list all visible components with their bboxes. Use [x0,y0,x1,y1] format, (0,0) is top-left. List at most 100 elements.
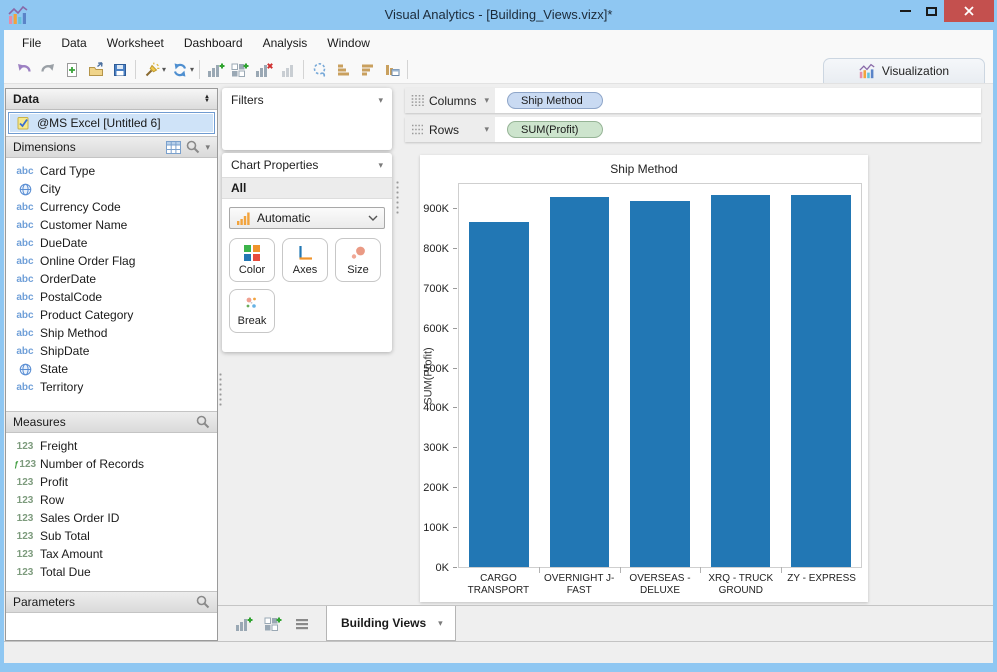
refresh-icon[interactable] [169,59,190,80]
tab-visualization[interactable]: Visualization [823,58,985,83]
sheet-tab-dropdown-icon[interactable]: ▾ [438,618,443,629]
delete-worksheet-icon[interactable] [253,59,274,80]
search-icon[interactable] [196,415,210,429]
sort-ascending-icon[interactable] [333,59,354,80]
field-label: Ship Method [40,326,107,340]
dimension-duedate[interactable]: abcDueDate [6,234,217,252]
menu-item-dashboard[interactable]: Dashboard [174,30,253,56]
pill-ship-method[interactable]: Ship Method [507,92,603,109]
measure-sub-total[interactable]: 123Sub Total [6,527,217,545]
shelf-splitter[interactable] [395,180,400,214]
menu-item-data[interactable]: Data [51,30,96,56]
sort-spinner-icon[interactable]: ▲▼ [204,95,210,103]
panel-splitter[interactable] [218,372,223,406]
color-button[interactable]: Color [229,238,275,282]
menu-item-analysis[interactable]: Analysis [253,30,318,56]
data-source-checked-icon [17,116,30,130]
dimensions-title: Dimensions [13,140,76,154]
worksheet-gray-icon[interactable] [277,59,298,80]
add-worksheet-icon[interactable] [234,614,254,634]
measure-tax-amount[interactable]: 123Tax Amount [6,545,217,563]
search-icon[interactable] [196,595,210,609]
break-button[interactable]: Break [229,289,275,333]
dimension-postalcode[interactable]: abcPostalCode [6,288,217,306]
measure-freight[interactable]: 123Freight [6,437,217,455]
data-wand-icon[interactable] [141,59,162,80]
dimension-product-category[interactable]: abcProduct Category [6,306,217,324]
add-dashboard-icon[interactable] [229,59,250,80]
parameters-header: Parameters [6,591,217,613]
search-icon[interactable] [186,140,200,154]
maximize-icon[interactable] [918,0,944,22]
refresh-dropdown-icon[interactable]: ▾ [190,65,194,74]
bar-zy-express[interactable] [791,195,850,567]
lasso-select-icon[interactable] [309,59,330,80]
bar-overnight-j-fast[interactable] [550,197,609,567]
sort-descending-icon[interactable] [357,59,378,80]
menu-item-worksheet[interactable]: Worksheet [97,30,174,56]
view-data-table-icon[interactable] [166,141,181,154]
chart-type-dropdown[interactable]: Automatic [229,207,385,229]
toolbar: ▾ ▾ Visualization [4,56,993,84]
toolbar-separator [407,60,408,79]
chevron-down-icon[interactable]: ▾ [205,142,210,153]
chart-properties-header: Chart Properties ▾ [222,153,392,177]
bar-overseas-deluxe[interactable] [630,201,689,567]
collapse-icon[interactable]: ▾ [378,95,383,106]
undo-icon[interactable] [13,59,34,80]
menu-bar: FileDataWorksheetDashboardAnalysisWindow [4,30,993,56]
sheet-list-icon[interactable] [292,614,312,634]
dimensions-header: Dimensions ▾ [6,136,217,158]
dimension-territory[interactable]: abcTerritory [6,378,217,396]
close-icon[interactable] [944,0,994,22]
break-icon [243,295,261,313]
chevron-down-icon[interactable]: ▾ [484,95,489,106]
bar-cargo-transport[interactable] [469,222,528,567]
dimension-ship-method[interactable]: abcShip Method [6,324,217,342]
field-label: OrderDate [40,272,96,286]
open-file-icon[interactable] [85,59,106,80]
field-label: ShipDate [40,344,89,358]
dimension-customer-name[interactable]: abcCustomer Name [6,216,217,234]
measures-list: 123Freightƒ123Number of Records123Profit… [6,433,217,591]
y-tick-label: 400K [423,402,449,414]
measure-row[interactable]: 123Row [6,491,217,509]
bar-xrq-truck-ground[interactable] [711,195,770,567]
collapse-icon[interactable]: ▾ [378,160,383,171]
measure-number-of-records[interactable]: ƒ123Number of Records [6,455,217,473]
y-axis: 0K100K200K300K400K500K600K700K800K900K [420,183,458,568]
save-icon[interactable] [109,59,130,80]
redo-icon[interactable] [37,59,58,80]
dimension-card-type[interactable]: abcCard Type [6,162,217,180]
data-wand-dropdown-icon[interactable]: ▾ [162,65,166,74]
dimension-online-order-flag[interactable]: abcOnline Order Flag [6,252,217,270]
axes-button[interactable]: Axes [282,238,328,282]
menu-item-file[interactable]: File [12,30,51,56]
menu-item-window[interactable]: Window [317,30,380,56]
pill-sum-profit[interactable]: SUM(Profit) [507,121,603,138]
y-tick-label: 900K [423,203,449,215]
chart-window-icon[interactable] [381,59,402,80]
data-source-item[interactable]: @MS Excel [Untitled 6] [8,112,215,134]
chevron-down-icon[interactable]: ▾ [484,124,489,135]
minimize-icon[interactable] [892,0,918,22]
columns-shelf-label[interactable]: Columns ▾ [405,88,495,113]
number-type-icon: 123 [14,513,36,524]
size-button[interactable]: Size [335,238,381,282]
dimension-city[interactable]: City [6,180,217,198]
dimension-state[interactable]: State [6,360,217,378]
measure-profit[interactable]: 123Profit [6,473,217,491]
dimension-orderdate[interactable]: abcOrderDate [6,270,217,288]
new-file-icon[interactable] [61,59,82,80]
rows-shelf-label[interactable]: Rows ▾ [405,117,495,142]
dimension-currency-code[interactable]: abcCurrency Code [6,198,217,216]
add-worksheet-icon[interactable] [205,59,226,80]
axes-icon [296,244,314,262]
add-dashboard-icon[interactable] [263,614,283,634]
dimension-shipdate[interactable]: abcShipDate [6,342,217,360]
y-tick-mark [453,248,457,249]
tab-building-views[interactable]: Building Views ▾ [326,606,456,641]
measure-sales-order-id[interactable]: 123Sales Order ID [6,509,217,527]
text-type-icon: abc [14,166,36,177]
measure-total-due[interactable]: 123Total Due [6,563,217,581]
